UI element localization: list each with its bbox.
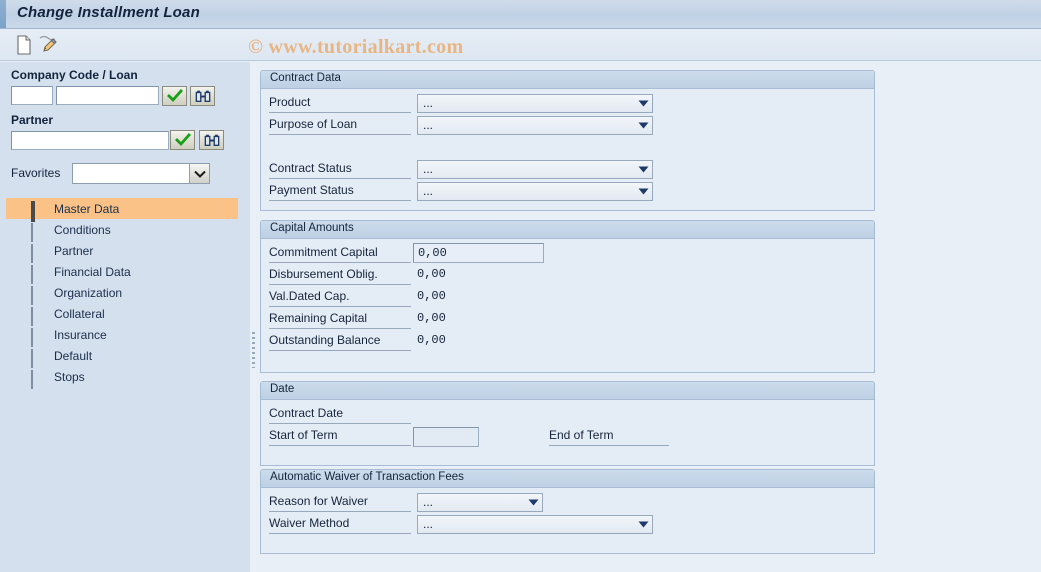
sidebar-item-label: Default — [54, 348, 93, 363]
capital-amounts-group: Capital Amounts Commitment Capital Disbu… — [260, 220, 875, 373]
favorites-select[interactable] — [72, 163, 210, 184]
sidebar-panel: Company Code / Loan Partner Favorites Ma… — [0, 62, 250, 572]
waiver-method-select[interactable]: ... — [417, 515, 653, 534]
green-check-icon — [166, 89, 183, 103]
chevron-down-icon — [634, 122, 652, 129]
toolbar — [0, 29, 1041, 61]
favorites-label: Favorites — [11, 166, 61, 180]
sidebar-item-label: Collateral — [54, 306, 105, 321]
company-code-input[interactable] — [11, 86, 53, 105]
val-dated-cap-label: Val.Dated Cap. — [269, 289, 411, 307]
sidebar-item-organization[interactable]: Organization — [6, 282, 238, 305]
date-group: Date Contract Date Start of Term End of … — [260, 381, 875, 466]
edit-pencil-icon[interactable] — [36, 33, 60, 57]
new-document-icon[interactable] — [12, 33, 36, 57]
start-of-term-label: Start of Term — [269, 428, 411, 446]
sidebar-item-master-data[interactable]: Master Data — [6, 198, 238, 222]
purpose-of-loan-label: Purpose of Loan — [269, 117, 411, 135]
company-code-loan-heading: Company Code / Loan — [11, 68, 138, 82]
sidebar-item-label: Stops — [54, 369, 85, 384]
panel-splitter[interactable] — [250, 62, 258, 572]
diamond-icon — [31, 370, 33, 389]
company-code-confirm-button[interactable] — [162, 86, 187, 106]
contract-date-label: Contract Date — [269, 406, 411, 424]
group-header: Capital Amounts — [261, 221, 874, 239]
product-select[interactable]: ... — [417, 94, 653, 113]
sidebar-item-label: Financial Data — [54, 264, 131, 279]
sidebar-item-label: Conditions — [54, 222, 111, 237]
val-dated-cap-value: 0,00 — [417, 289, 446, 303]
partner-confirm-button[interactable] — [170, 130, 195, 150]
splitter-grip-icon — [252, 332, 255, 368]
sidebar-item-insurance[interactable]: Insurance — [6, 324, 238, 347]
disbursement-oblig-value: 0,00 — [417, 267, 446, 281]
product-label: Product — [269, 95, 411, 113]
chevron-down-icon — [634, 521, 652, 528]
disbursement-oblig-label: Disbursement Oblig. — [269, 267, 411, 285]
sidebar-item-conditions[interactable]: Conditions — [6, 219, 238, 242]
navigation-tree: Master Data Conditions Partner Financial… — [6, 198, 238, 389]
contract-status-label: Contract Status — [269, 161, 411, 179]
reason-for-waiver-select[interactable]: ... — [417, 493, 543, 512]
group-header: Date — [261, 382, 874, 400]
commitment-capital-input[interactable] — [413, 243, 544, 263]
outstanding-balance-label: Outstanding Balance — [269, 333, 411, 351]
title-accent-bar — [0, 0, 6, 28]
start-of-term-input[interactable] — [413, 427, 479, 447]
green-check-icon — [174, 133, 191, 147]
contract-status-select[interactable]: ... — [417, 160, 653, 179]
purpose-of-loan-select[interactable]: ... — [417, 116, 653, 135]
chevron-down-icon — [524, 499, 542, 506]
remaining-capital-value: 0,00 — [417, 311, 446, 325]
group-title: Date — [270, 383, 295, 395]
sidebar-item-label: Partner — [54, 243, 94, 258]
purpose-of-loan-value: ... — [423, 118, 434, 132]
sidebar-item-stops[interactable]: Stops — [6, 366, 238, 389]
sidebar-item-partner[interactable]: Partner — [6, 240, 238, 263]
reason-for-waiver-label: Reason for Waiver — [269, 494, 411, 512]
title-bar: Change Installment Loan — [0, 0, 1041, 29]
page-title: Change Installment Loan — [17, 4, 200, 21]
sidebar-item-default[interactable]: Default — [6, 345, 238, 368]
outstanding-balance-value: 0,00 — [417, 333, 446, 347]
contract-data-group: Contract Data Product ... Purpose of Loa… — [260, 70, 875, 211]
reason-for-waiver-value: ... — [423, 495, 434, 509]
favorites-value — [73, 164, 189, 183]
group-title: Contract Data — [270, 72, 341, 84]
payment-status-label: Payment Status — [269, 183, 411, 201]
waiver-group: Automatic Waiver of Transaction Fees Rea… — [260, 469, 875, 554]
group-title: Automatic Waiver of Transaction Fees — [270, 471, 464, 483]
payment-status-value: ... — [423, 184, 434, 198]
end-of-term-label: End of Term — [549, 428, 669, 446]
company-code-search-button[interactable] — [190, 86, 215, 106]
remaining-capital-label: Remaining Capital — [269, 311, 411, 329]
sidebar-item-label: Master Data — [54, 201, 120, 216]
binoculars-icon — [195, 90, 210, 102]
group-header: Automatic Waiver of Transaction Fees — [261, 470, 874, 488]
partner-heading: Partner — [11, 113, 54, 127]
partner-input[interactable] — [11, 131, 169, 150]
sidebar-item-label: Organization — [54, 285, 123, 300]
product-value: ... — [423, 96, 434, 110]
partner-search-button[interactable] — [199, 130, 224, 150]
payment-status-select[interactable]: ... — [417, 182, 653, 201]
application-window: Change Installment Loan © www.tutorialka… — [0, 0, 1041, 572]
group-header: Contract Data — [261, 71, 874, 89]
binoculars-icon — [204, 134, 219, 146]
sidebar-item-collateral[interactable]: Collateral — [6, 303, 238, 326]
waiver-method-label: Waiver Method — [269, 516, 411, 534]
chevron-down-icon — [634, 166, 652, 173]
loan-number-input[interactable] — [56, 86, 159, 105]
sidebar-item-financial-data[interactable]: Financial Data — [6, 261, 238, 284]
sidebar-item-label: Insurance — [54, 327, 107, 342]
chevron-down-icon[interactable] — [189, 164, 209, 183]
main-content: Contract Data Product ... Purpose of Loa… — [258, 62, 1041, 572]
waiver-method-value: ... — [423, 517, 434, 531]
chevron-down-icon — [634, 100, 652, 107]
commitment-capital-label: Commitment Capital — [269, 245, 411, 263]
contract-status-value: ... — [423, 162, 434, 176]
watermark: © www.tutorialkart.com — [248, 36, 464, 58]
chevron-down-icon — [634, 188, 652, 195]
group-title: Capital Amounts — [270, 222, 354, 234]
